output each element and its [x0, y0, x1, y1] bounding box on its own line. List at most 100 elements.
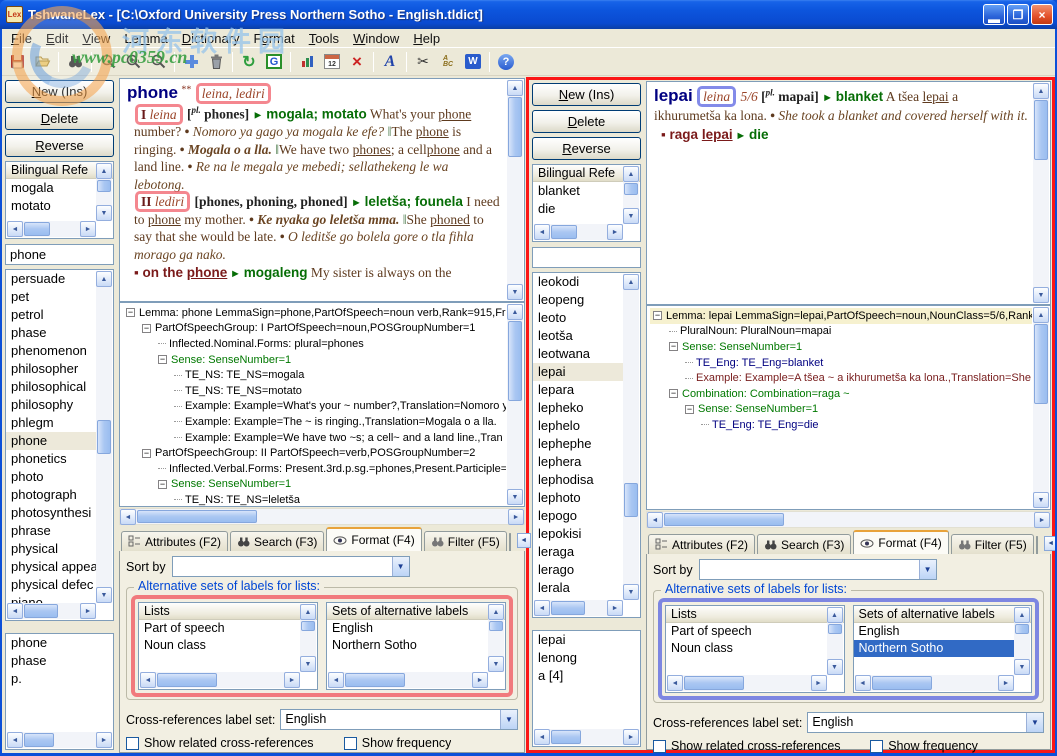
tree-node[interactable]: −Sense: SenseNumber=1	[123, 477, 506, 493]
lemma-item[interactable]: phonetics	[6, 450, 97, 468]
lemma-item[interactable]: physical	[6, 540, 97, 558]
tree-node[interactable]: PluralNoun: PluralNoun=mapai	[650, 324, 1032, 340]
open-icon[interactable]	[30, 50, 54, 74]
lemma-item[interactable]: phlegm	[6, 414, 97, 432]
horizontal-scrollbar[interactable]: ◄►	[328, 672, 488, 688]
save-icon[interactable]	[5, 50, 29, 74]
tree-node[interactable]: Inflected.Verbal.Forms: Present.3rd.p.sg…	[123, 461, 506, 477]
vertical-scrollbar[interactable]: ▲▼	[96, 271, 112, 603]
lemma-item[interactable]: petrol	[6, 306, 97, 324]
horizontal-scrollbar[interactable]: ◄►	[534, 729, 639, 745]
bilingual-item[interactable]: blanket	[533, 182, 624, 200]
tools-icon[interactable]: ✂	[411, 50, 435, 74]
crossref-combo[interactable]: English▼	[807, 712, 1044, 733]
vertical-scrollbar[interactable]: ▲▼	[623, 274, 639, 600]
tab-partial[interactable]	[1036, 536, 1038, 554]
tab-partial[interactable]	[509, 533, 511, 551]
calendar-icon[interactable]: 12	[320, 50, 344, 74]
chevron-down-icon[interactable]: ▼	[919, 560, 936, 579]
collapse-icon[interactable]: −	[653, 311, 662, 320]
delete-entry-icon[interactable]	[204, 50, 228, 74]
lemma-item[interactable]: phenomenon	[6, 342, 97, 360]
collapse-icon[interactable]: −	[685, 405, 694, 414]
horizontal-scrollbar[interactable]: ◄►	[7, 603, 96, 619]
menu-item[interactable]: Tools	[302, 30, 346, 47]
menu-item[interactable]: Lemma	[117, 30, 174, 47]
tree-node[interactable]: Example: Example=A tšea ~ a ikhurumetša …	[650, 370, 1032, 386]
delete-entry-button[interactable]: Delete	[5, 107, 114, 130]
list-item[interactable]: English	[327, 620, 489, 637]
collapse-icon[interactable]: −	[142, 324, 151, 333]
horizontal-scrollbar[interactable]: ◄►	[534, 600, 623, 616]
collapse-icon[interactable]: −	[158, 480, 167, 489]
refresh-icon[interactable]: ↻	[237, 50, 261, 74]
tab-attributes[interactable]: Attributes (F2)	[121, 531, 228, 551]
lemma-item[interactable]: leotwana	[533, 345, 624, 363]
tab-filter[interactable]: Filter (F5)	[424, 531, 507, 551]
maximize-button[interactable]: ❐	[1007, 4, 1029, 25]
chevron-down-icon[interactable]: ▼	[392, 557, 409, 576]
checkbox-row[interactable]: Show frequency	[870, 739, 1044, 753]
bilingual-item[interactable]: mogala	[6, 179, 97, 197]
history-item[interactable]: lepai	[533, 631, 640, 649]
sets-header[interactable]: Sets of alternative labels	[327, 603, 505, 620]
tree-node[interactable]: Example: Example=We have two ~s; a cell~…	[123, 430, 506, 446]
lemma-item[interactable]: photosynthesi	[6, 504, 97, 522]
new-entry-button[interactable]: New (Ins)	[5, 80, 114, 103]
lemma-search-input[interactable]	[5, 244, 114, 265]
history-item[interactable]: phase	[6, 652, 113, 670]
vertical-scrollbar[interactable]: ▲▼	[1033, 307, 1049, 508]
list-item[interactable]: Part of speech	[139, 620, 301, 637]
history-item[interactable]: phone	[6, 634, 113, 652]
lemma-item[interactable]: lephelo	[533, 417, 624, 435]
lemma-item[interactable]: lephephe	[533, 435, 624, 453]
close-button[interactable]: ×	[1031, 4, 1053, 25]
sort-by-combo[interactable]: ▼	[699, 559, 937, 580]
list-item[interactable]: Noun class	[666, 640, 828, 657]
tree-node[interactable]: −PartOfSpeechGroup: I PartOfSpeech=noun,…	[123, 321, 506, 337]
menu-item[interactable]: Format	[247, 30, 302, 47]
lemma-item[interactable]: lepai	[533, 363, 624, 381]
chevron-down-icon[interactable]: ▼	[1026, 713, 1043, 732]
lemma-item[interactable]: lephoto	[533, 489, 624, 507]
tree-node[interactable]: −Lemma: phone LemmaSign=phone,PartOfSpee…	[123, 305, 506, 321]
history-item[interactable]: p.	[6, 670, 113, 688]
sets-header[interactable]: Sets of alternative labels	[854, 606, 1032, 623]
collapse-icon[interactable]: −	[669, 342, 678, 351]
minimize-button[interactable]: ▬	[983, 4, 1005, 25]
checkbox-row[interactable]: Show related cross-references	[653, 739, 870, 753]
vertical-scrollbar[interactable]: ▲▼	[623, 166, 639, 224]
find-icon[interactable]	[63, 50, 87, 74]
vertical-scrollbar[interactable]: ▲▼	[300, 604, 316, 672]
tree-node[interactable]: −PartOfSpeechGroup: II PartOfSpeech=verb…	[123, 445, 506, 461]
tree-node[interactable]: TE_NS: TE_NS=motato	[123, 383, 506, 399]
horizontal-scrollbar[interactable]: ◄►	[667, 675, 827, 691]
add-entry-icon[interactable]	[179, 50, 203, 74]
crossref-combo[interactable]: English▼	[280, 709, 518, 730]
horizontal-scrollbar[interactable]: ◄►	[140, 672, 300, 688]
new-entry-button[interactable]: New (Ins)	[532, 83, 641, 106]
lemma-item[interactable]: physical defec	[6, 576, 97, 594]
tree-node[interactable]: TE_NS: TE_NS=mogala	[123, 367, 506, 383]
lemma-item[interactable]: phase	[6, 324, 97, 342]
lemma-item[interactable]: phrase	[6, 522, 97, 540]
tree-body[interactable]: −Lemma: phone LemmaSign=phone,PartOfSpee…	[123, 305, 506, 507]
chevron-down-icon[interactable]: ▼	[500, 710, 517, 729]
vertical-scrollbar[interactable]: ▲▼	[507, 80, 523, 300]
tab-search[interactable]: Search (F3)	[230, 531, 324, 551]
lemma-item[interactable]: lephodisa	[533, 471, 624, 489]
bilingual-item[interactable]: die	[533, 200, 624, 218]
bilingual-item[interactable]: motato	[6, 197, 97, 215]
menu-item[interactable]: Help	[406, 30, 447, 47]
lemma-item[interactable]: photo	[6, 468, 97, 486]
list-item[interactable]: Northern Sotho	[854, 640, 1016, 657]
tree-horizontal-scrollbar[interactable]: ◄►	[646, 511, 1051, 528]
lemma-item[interactable]: physical appea	[6, 558, 97, 576]
lemma-item[interactable]: lepheko	[533, 399, 624, 417]
sort-by-combo[interactable]: ▼	[172, 556, 410, 577]
tree-node[interactable]: TE_Eng: TE_Eng=die	[650, 417, 1032, 433]
list-item[interactable]: English	[854, 623, 1016, 640]
vertical-scrollbar[interactable]: ▲▼	[507, 304, 523, 505]
format-font-icon[interactable]: A	[378, 50, 402, 74]
export-word-icon[interactable]: W	[461, 50, 485, 74]
